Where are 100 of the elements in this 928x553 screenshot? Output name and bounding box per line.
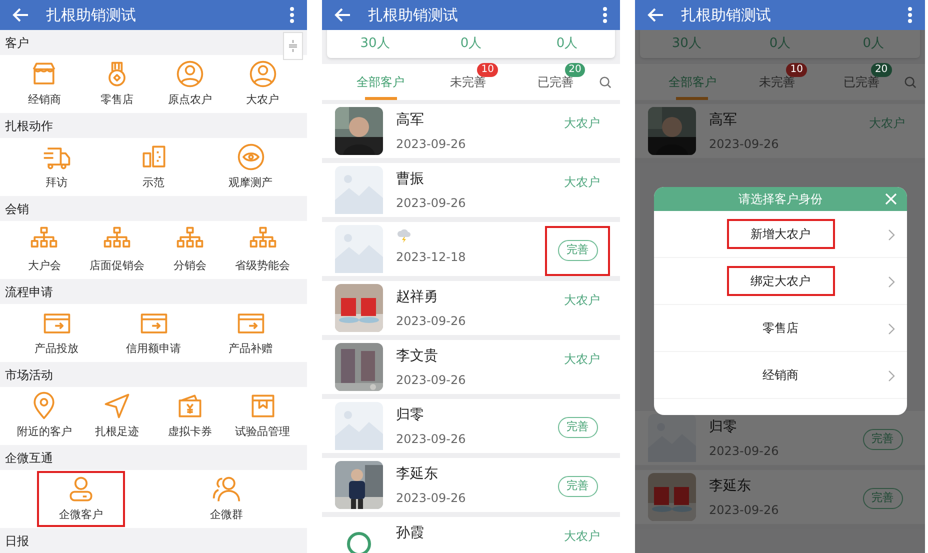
more-menu-icon [602,6,608,24]
customer-name: 赵祥勇 [396,288,439,307]
customer-name: 李延东 [396,465,439,484]
dialog-option[interactable]: 零售店 [654,305,907,352]
tab[interactable]: 未完善 10 [424,64,512,100]
user-circle-icon [248,59,278,90]
menu-item[interactable]: 产品补赠 [226,305,274,361]
more-menu-icon [289,6,295,24]
customer-name: 归零 [396,406,425,425]
menu-item[interactable]: 店面促销会 [88,222,147,278]
section-heading: 客户 [0,30,307,55]
stat-value: 0人 [555,35,579,54]
customer-date: 2023-09-26 [396,372,467,389]
menu-item[interactable]: 附近的客户 [14,388,74,444]
screen-title: 扎根助销测试 [368,4,458,26]
customer-name: 归零 [709,418,738,437]
section-heading: 扎根动作 [0,113,307,138]
menu-item[interactable]: 信用额申请 [124,305,183,361]
customer-name: 李延东 [709,477,752,496]
menu-item[interactable]: 分销会 [171,222,208,278]
customer-type: 大农户 [564,174,600,191]
menu-item[interactable]: 观摩测产 [226,139,274,195]
customer-name: 高军 [396,111,425,130]
more-menu-icon [907,6,913,24]
customer-name: 高军 [709,111,738,130]
dialog-option[interactable]: 经销商 [654,352,907,399]
stat-value: 0人 [862,35,885,54]
image-placeholder-icon [335,225,383,273]
customer-type: 大农户 [564,292,600,309]
customer-date: 2023-09-26 [396,195,467,212]
customer-row[interactable]: 孙霞 大农户 [322,517,620,553]
dialog-title: 请选择客户身份 [738,191,822,208]
stat-value: 30人 [359,35,391,54]
stat-value: 0人 [768,35,792,54]
back-arrow-icon [647,6,665,24]
count-badge: 10 [786,63,807,77]
customer-date: 2023-09-26 [709,443,780,460]
user-circle-icon [174,59,205,90]
section-heading: 市场活动 [0,362,307,387]
stat-value: 0人 [459,35,483,54]
customer-name: 曹振 [396,170,425,189]
menu-item[interactable]: 示范 [136,139,170,195]
customer-date: 2023-12-18 [396,249,467,266]
customer-type: 大农户 [564,351,600,368]
menu-item[interactable]: 扎根足迹 [93,388,142,444]
chevron-icon [888,229,895,241]
loading-ring-icon [347,532,371,553]
chevron-icon [888,323,895,335]
back-arrow-icon [12,6,30,24]
dialog-option[interactable]: 新增大农户 [654,211,907,258]
customer-date: 2023-09-26 [709,502,780,519]
section-heading: 会销 [0,196,307,221]
menu-item[interactable]: 经销商 [26,56,63,112]
customer-date: 2023-09-26 [396,136,467,153]
close-icon[interactable] [885,193,897,205]
customer-type: 大农户 [869,115,905,132]
section-heading: 流程申请 [0,279,307,304]
back-arrow-icon [334,6,352,24]
count-badge: 20 [564,63,586,77]
eye-icon [236,142,266,172]
section-heading: 日报 [0,528,307,553]
screen-title: 扎根助销测试 [681,4,771,26]
customer-date: 2023-09-26 [396,313,467,330]
tab[interactable]: 已完善 20 [819,64,904,100]
screen-title: 扎根助销测试 [46,4,136,26]
menu-item[interactable]: 大农户 [244,56,282,112]
customer-type: 大农户 [564,528,600,545]
menu-item[interactable]: 原点农户 [166,56,214,112]
tab[interactable]: 已完善 20 [512,64,599,100]
stat-value: 30人 [670,35,702,54]
dialog-option[interactable]: 绑定大农户 [654,258,907,305]
menu-item[interactable]: 大户会 [26,222,63,278]
menu-item[interactable]: 试验品管理 [233,388,292,444]
menu-item[interactable]: 省级势能会 [233,222,292,278]
menu-item[interactable]: 虚拟卡券 [166,388,214,444]
search-icon [904,76,918,88]
count-badge: 10 [477,63,498,77]
menu-item[interactable]: 产品投放 [32,305,80,361]
customer-date: 2023-09-26 [396,490,467,507]
scroll-handle[interactable] [283,32,303,60]
image-placeholder-icon [335,402,383,450]
customer-date: 2023-09-26 [709,136,780,153]
customer-type: 大农户 [564,115,600,132]
tab[interactable]: 未完善 10 [734,64,820,100]
customer-name: 李文贵 [396,347,439,366]
menu-item[interactable]: 企微客户 [36,471,125,527]
menu-item[interactable]: 企微群 [208,471,245,527]
image-placeholder-icon [335,166,383,214]
section-heading: 企微互通 [0,445,307,470]
search-icon [598,76,612,88]
menu-item[interactable]: 零售店 [98,56,136,112]
storm-cloud-icon [396,228,412,244]
image-placeholder-icon [648,414,696,462]
customer-name: 孙霞 [396,524,425,543]
menu-item[interactable]: 拜访 [40,139,74,195]
chevron-icon [888,276,895,288]
chevron-icon [888,370,895,382]
count-badge: 20 [870,63,892,77]
customer-date: 2023-09-26 [396,431,467,448]
handle-icon [288,39,298,53]
